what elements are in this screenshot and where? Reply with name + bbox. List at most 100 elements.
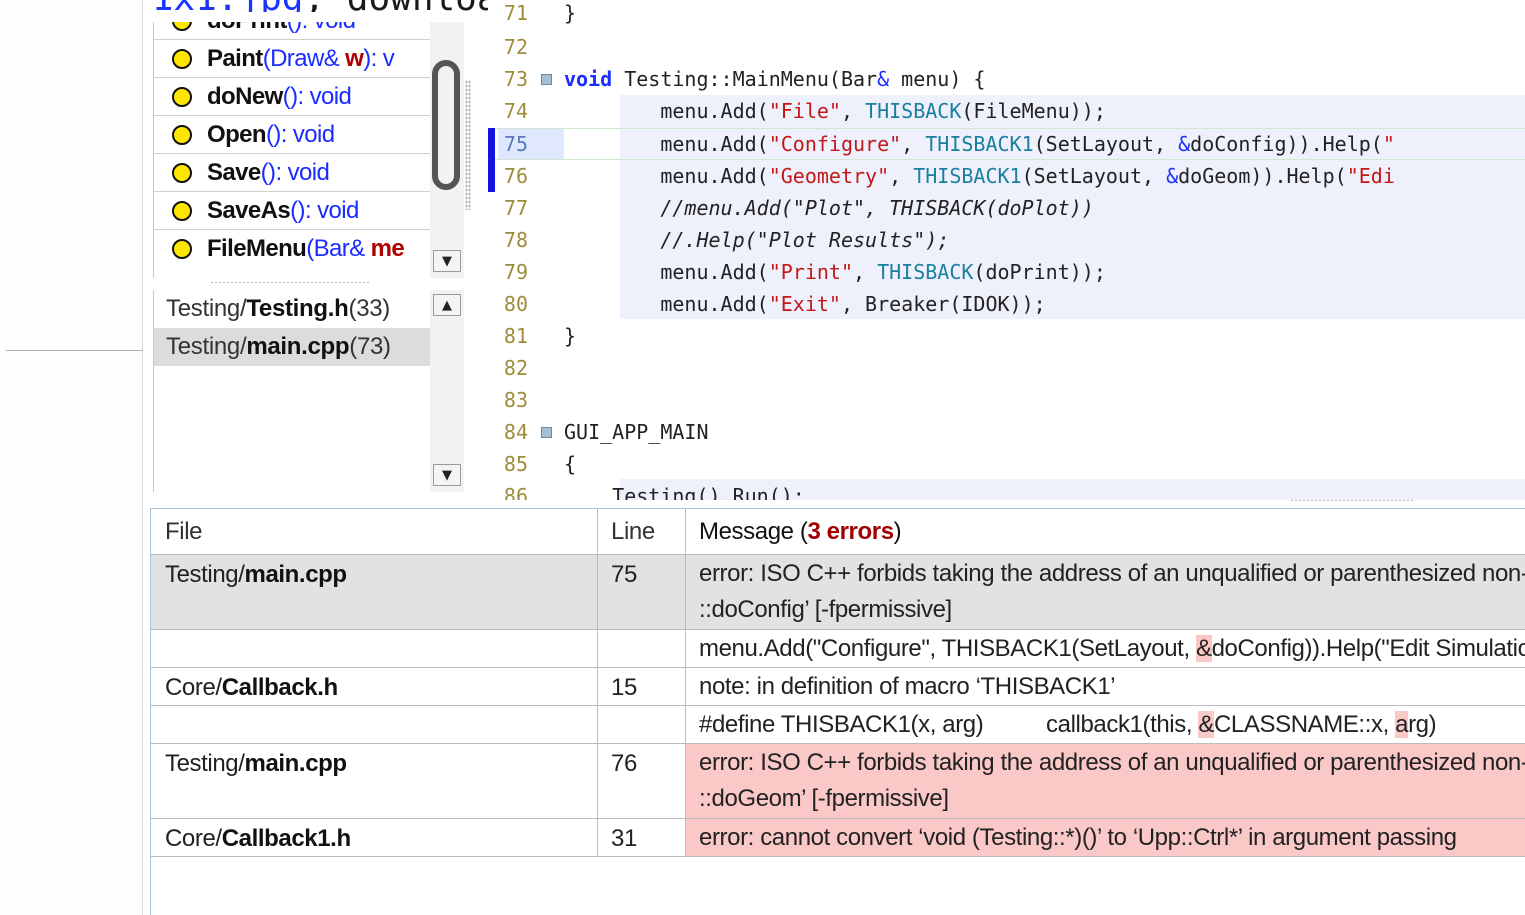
- file-name: main.cpp: [244, 750, 348, 777]
- member-item[interactable]: doNew() : void: [154, 78, 430, 116]
- code-line[interactable]: 71 }: [488, 0, 1525, 29]
- line-number: 76: [503, 164, 528, 188]
- code-text: }: [564, 324, 577, 348]
- fold-toggle-icon[interactable]: [528, 426, 564, 438]
- file-item[interactable]: Testing/Testing.h (33): [154, 290, 430, 328]
- code-segment: Testing::MainMenu(Bar: [612, 67, 878, 91]
- error-message: error: ISO C++ forbids taking the addres…: [685, 555, 1525, 629]
- file-list-scrollbar[interactable]: ▲ ▼: [430, 290, 464, 492]
- code-line[interactable]: 78 //.Help("Plot Results");: [488, 224, 1525, 256]
- error-row[interactable]: Core/Callback1.h 31 error: cannot conver…: [151, 819, 1525, 857]
- file-dir: Core/: [165, 674, 222, 701]
- line-number: 86: [503, 484, 528, 500]
- method-icon: [172, 162, 192, 183]
- member-params: (): [290, 196, 305, 224]
- member-name: FileMenu: [207, 235, 307, 262]
- scroll-down-arrow-icon[interactable]: ▼: [433, 250, 461, 272]
- member-name: doPrint: [207, 22, 287, 35]
- error-row[interactable]: #define THISBACK1(x, arg) callback1(this…: [151, 706, 1525, 744]
- code-text: menu.Add("Geometry", THISBACK1(SetLayout…: [564, 164, 1395, 188]
- code-line[interactable]: 75 menu.Add("Configure", THISBACK1(SetLa…: [488, 128, 1525, 160]
- error-source-line: menu.Add("Configure", THISBACK1(SetLayou…: [685, 630, 1525, 667]
- msg-segment: #define THISBACK1(x, arg) callback1(this…: [699, 711, 1199, 738]
- horizontal-splitter-handle[interactable]: [210, 281, 370, 285]
- file-name: Callback.h: [221, 674, 338, 701]
- member-list-scrollbar[interactable]: ▼: [430, 22, 464, 278]
- code-line[interactable]: 85 {: [488, 448, 1525, 480]
- member-return-type: : v: [370, 44, 395, 72]
- member-list[interactable]: doPrint() : void Paint(Draw& w) : v doNe…: [153, 22, 430, 278]
- member-params: (Bar& me: [306, 235, 405, 263]
- code-text: menu.Add("File", THISBACK(FileMenu));: [564, 99, 1106, 123]
- member-params: (Draw& w): [263, 44, 372, 73]
- horizontal-splitter-handle[interactable]: [1290, 499, 1415, 503]
- vertical-splitter-handle[interactable]: [465, 80, 471, 210]
- code-line[interactable]: 73 void Testing::MainMenu(Bar& menu) {: [488, 63, 1525, 95]
- code-segment: menu.Add(: [564, 260, 769, 284]
- column-header-file[interactable]: File: [151, 509, 202, 555]
- member-return-type: : void: [275, 158, 330, 186]
- column-header-message[interactable]: Message (3 errors): [685, 509, 902, 555]
- error-row[interactable]: menu.Add("Configure", THISBACK1(SetLayou…: [151, 630, 1525, 668]
- member-item[interactable]: Open() : void: [154, 116, 430, 154]
- method-icon: [172, 22, 192, 31]
- code-line[interactable]: 74 menu.Add("File", THISBACK(FileMenu));: [488, 95, 1525, 127]
- file-list[interactable]: Testing/Testing.h (33) Testing/main.cpp …: [153, 290, 430, 492]
- line-number: 71: [503, 1, 528, 25]
- member-item[interactable]: SaveAs() : void: [154, 192, 430, 230]
- code-line[interactable]: 77 //menu.Add("Plot", THISBACK(doPlot)): [488, 192, 1525, 224]
- header-close-paren: ): [893, 518, 902, 545]
- code-text: menu.Add("Print", THISBACK(doPrint));: [564, 260, 1106, 284]
- code-line[interactable]: 86 Testing().Run();: [488, 480, 1525, 500]
- error-message-text: ::doConfig’ [-fpermissive]: [699, 596, 952, 623]
- error-message: error: cannot convert ‘void (Testing::*)…: [685, 819, 1525, 856]
- member-item[interactable]: Save() : void: [154, 154, 430, 192]
- code-line[interactable]: 80 menu.Add("Exit", Breaker(IDOK));: [488, 288, 1525, 320]
- string-literal: ": [1382, 132, 1395, 156]
- string-literal: "Edi: [1346, 164, 1395, 188]
- string-literal: "Exit": [768, 292, 841, 316]
- scrollbar-thumb[interactable]: [432, 60, 460, 190]
- error-row[interactable]: Testing/main.cpp 75 error: ISO C++ forbi…: [151, 555, 1525, 630]
- column-separator[interactable]: [685, 509, 686, 857]
- code-line[interactable]: 81 }: [488, 320, 1525, 352]
- line-number: 79: [503, 260, 528, 284]
- error-panel[interactable]: File Line Message (3 errors) Testing/mai…: [150, 508, 1525, 915]
- file-item[interactable]: Testing/main.cpp (73): [154, 328, 430, 366]
- code-line[interactable]: 72: [488, 31, 1525, 63]
- code-line[interactable]: 84 GUI_APP_MAIN: [488, 416, 1525, 448]
- column-header-line[interactable]: Line: [597, 509, 655, 555]
- code-line[interactable]: 79 menu.Add("Print", THISBACK(doPrint));: [488, 256, 1525, 288]
- fold-toggle-icon[interactable]: [528, 73, 564, 85]
- code-segment: ,: [889, 164, 914, 188]
- member-item[interactable]: FileMenu (Bar& me: [154, 230, 430, 268]
- code-line[interactable]: 82: [488, 352, 1525, 384]
- error-row[interactable]: Testing/main.cpp 76 error: ISO C++ forbi…: [151, 744, 1525, 819]
- method-icon: [172, 48, 192, 69]
- error-row[interactable]: Core/Callback.h 15 note: in definition o…: [151, 668, 1525, 706]
- code-line[interactable]: 76 menu.Add("Geometry", THISBACK1(SetLay…: [488, 160, 1525, 192]
- code-editor[interactable]: 71 } 72 73 void Testing::MainMenu(Bar& m…: [488, 0, 1525, 500]
- params-post: ): [363, 44, 371, 72]
- line-number: 80: [503, 292, 528, 316]
- operator: &: [1166, 164, 1179, 188]
- member-item[interactable]: doPrint() : void: [154, 22, 430, 40]
- line-number: 81: [503, 324, 528, 348]
- line-number: 85: [503, 452, 528, 476]
- error-message-text: error: ISO C++ forbids taking the addres…: [699, 749, 1525, 776]
- string-literal: "File": [768, 99, 841, 123]
- code-line[interactable]: 83: [488, 384, 1525, 416]
- keyword: void: [564, 67, 613, 91]
- member-name: Save: [207, 158, 261, 186]
- string-literal: "Configure": [768, 132, 902, 156]
- code-segment: ,: [853, 260, 878, 284]
- scroll-down-arrow-icon[interactable]: ▼: [433, 464, 461, 486]
- error-line: [597, 630, 685, 667]
- code-segment: doConfig)).Help(: [1190, 132, 1383, 156]
- member-return-type: : void: [302, 22, 356, 35]
- column-separator[interactable]: [597, 509, 598, 857]
- code-comment: //menu.Add("Plot", THISBACK(doPlot)): [564, 196, 1094, 220]
- error-position-highlight: &: [1198, 711, 1214, 738]
- scroll-up-arrow-icon[interactable]: ▲: [433, 294, 461, 316]
- member-item[interactable]: Paint (Draw& w) : v: [154, 40, 430, 78]
